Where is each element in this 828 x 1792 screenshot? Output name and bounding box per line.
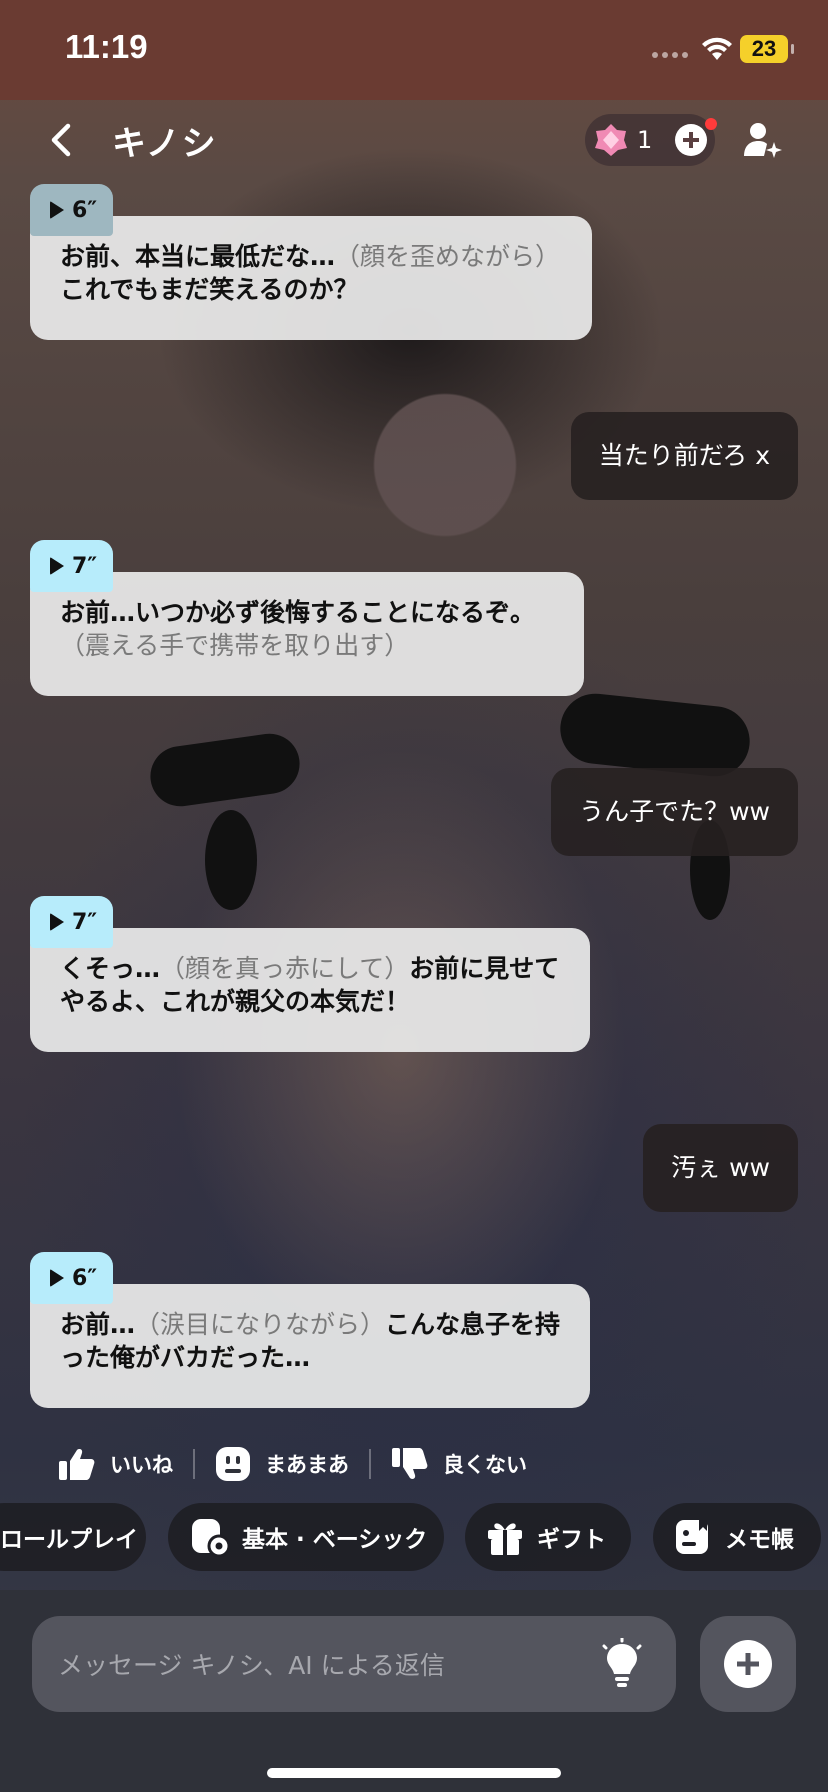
like-button[interactable]: いいね xyxy=(58,1447,173,1481)
voice-duration: 6″ xyxy=(72,1265,98,1291)
user-message-bubble: うん子でた？ww xyxy=(551,768,798,856)
message-input-container xyxy=(32,1616,676,1714)
chip-label: ロールプレイ xyxy=(0,1527,138,1553)
ai-message-bubble: くそっ…（顔を真っ赤にして）お前に見せて やるよ、これが親父の本気だ！ xyxy=(30,928,590,1052)
play-icon xyxy=(50,1269,64,1287)
background-eyebrow-left xyxy=(146,729,304,811)
gift-icon xyxy=(488,1523,522,1555)
voice-play-button[interactable]: 6″ xyxy=(30,1252,114,1304)
message-text: これでもまだ笑えるのか？ xyxy=(60,275,359,304)
chip-gift[interactable]: ギフト xyxy=(465,1503,631,1571)
ai-message-bubble: お前…いつか必ず後悔することになるぞ。 （震える手で携帯を取り出す） xyxy=(30,572,584,696)
gem-icon xyxy=(595,124,627,156)
ai-message-line: やるよ、これが親父の本気だ！ xyxy=(60,985,562,1018)
ai-message-bubble: お前、本当に最低だな…（顔を歪めながら） これでもまだ笑えるのか？ xyxy=(30,216,592,340)
play-icon xyxy=(50,557,64,575)
message-text: お前…いつか必ず後悔することになるぞ。 xyxy=(60,598,536,627)
background-eye-left xyxy=(205,810,257,910)
message-text: お前… xyxy=(60,1310,136,1339)
notepad-icon xyxy=(676,1520,708,1554)
play-icon xyxy=(50,201,64,219)
plus-icon xyxy=(724,1640,772,1688)
divider xyxy=(193,1449,195,1479)
chip-notepad[interactable]: メモ帳 xyxy=(653,1503,821,1571)
background-eyebrow-right xyxy=(556,690,754,780)
neutral-label: まあまあ xyxy=(265,1453,349,1477)
ai-message-line: お前、本当に最低だな…（顔を歪めながら） xyxy=(60,240,564,273)
chip-label: メモ帳 xyxy=(725,1527,794,1553)
ai-message-line: った俺がバカだった… xyxy=(60,1341,562,1374)
message-text: お前に見せて xyxy=(409,954,560,983)
gem-balance-pill[interactable]: 1 xyxy=(585,114,717,166)
ai-message-line: お前…いつか必ず後悔することになるぞ。 xyxy=(60,596,556,629)
user-message-bubble: 当たり前だろ x xyxy=(570,412,798,500)
ai-message-bubble: お前…（涙目になりながら）こんな息子を持 った俺がバカだった… xyxy=(30,1284,590,1408)
voice-play-button[interactable]: 7″ xyxy=(30,896,114,948)
like-label: いいね xyxy=(110,1453,173,1477)
chat-header: キノシ 1 xyxy=(0,100,828,180)
message-action-text: （顔を真っ赤にして） xyxy=(160,954,410,983)
chip-label: ギフト xyxy=(537,1527,606,1553)
feedback-bar: いいね まあまあ 良くない xyxy=(58,1440,527,1488)
status-time: 11:19 xyxy=(65,28,148,65)
ai-message-line: これでもまだ笑えるのか？ xyxy=(60,273,564,306)
message-text: やるよ、これが親父の本気だ！ xyxy=(60,987,411,1016)
ai-message-line: くそっ…（顔を真っ赤にして）お前に見せて xyxy=(60,952,562,985)
ai-message: お前、本当に最低だな…（顔を歪めながら） これでもまだ笑えるのか？ 6″ xyxy=(30,184,592,340)
message-text: くそっ… xyxy=(60,954,161,983)
ai-message: くそっ…（顔を真っ赤にして）お前に見せて やるよ、これが親父の本気だ！ 7″ xyxy=(30,896,590,1052)
message-action-text: （涙目になりながら） xyxy=(135,1310,386,1339)
voice-duration: 7″ xyxy=(72,909,98,935)
chip-basic-mode[interactable]: 基本 · ベーシック xyxy=(168,1503,444,1571)
gem-count: 1 xyxy=(637,126,653,154)
user-sparkle-icon[interactable] xyxy=(740,118,784,162)
message-action-text: （顔を歪めながら） xyxy=(335,242,561,271)
back-chevron-icon[interactable] xyxy=(40,118,84,162)
message-text: お前、本当に最低だな… xyxy=(60,242,336,271)
ai-message-line: お前…（涙目になりながら）こんな息子を持 xyxy=(60,1308,562,1341)
dislike-label: 良くない xyxy=(443,1453,527,1477)
cellular-signal-icon xyxy=(652,52,688,58)
wifi-icon xyxy=(702,37,732,60)
ai-message: お前…いつか必ず後悔することになるぞ。 （震える手で携帯を取り出す） 7″ xyxy=(30,540,584,696)
add-gems-icon[interactable] xyxy=(675,124,707,156)
ai-message: お前…（涙目になりながら）こんな息子を持 った俺がバカだった… 6″ xyxy=(30,1252,590,1408)
message-text: こんな息子を持 xyxy=(385,1310,561,1339)
message-text: った俺がバカだった… xyxy=(60,1343,311,1372)
quick-action-chips: ロールプレイ 基本 · ベーシック ギフト メモ帳 xyxy=(0,1503,828,1571)
add-attachment-button[interactable] xyxy=(700,1616,796,1712)
voice-duration: 6″ xyxy=(72,197,98,223)
status-bar: 11:19 23 xyxy=(0,0,828,100)
chip-roleplay[interactable]: ロールプレイ xyxy=(0,1503,146,1571)
lightbulb-icon[interactable] xyxy=(598,1638,646,1690)
voice-duration: 7″ xyxy=(72,553,98,579)
user-message-bubble: 汚ぇ ww xyxy=(643,1124,798,1212)
message-input[interactable] xyxy=(56,1616,580,1714)
divider xyxy=(369,1449,371,1479)
chip-label: 基本 · ベーシック xyxy=(242,1527,428,1553)
battery-indicator: 23 xyxy=(740,35,794,63)
voice-play-button[interactable]: 7″ xyxy=(30,540,114,592)
home-indicator xyxy=(267,1768,561,1778)
composer-area xyxy=(0,1590,828,1792)
neutral-button[interactable]: まあまあ xyxy=(215,1446,349,1482)
ai-message-line: （震える手で携帯を取り出す） xyxy=(60,629,556,662)
thumbs-up-icon xyxy=(59,1449,95,1480)
neutral-face-icon xyxy=(216,1447,250,1481)
notification-dot xyxy=(705,118,717,130)
character-settings-icon xyxy=(192,1519,230,1557)
dislike-button[interactable]: 良くない xyxy=(391,1447,527,1481)
character-name[interactable]: キノシ xyxy=(112,116,218,165)
message-action-text: （震える手で携帯を取り出す） xyxy=(60,631,410,660)
voice-play-button[interactable]: 6″ xyxy=(30,184,114,236)
thumbs-down-icon xyxy=(392,1448,428,1479)
play-icon xyxy=(50,913,64,931)
